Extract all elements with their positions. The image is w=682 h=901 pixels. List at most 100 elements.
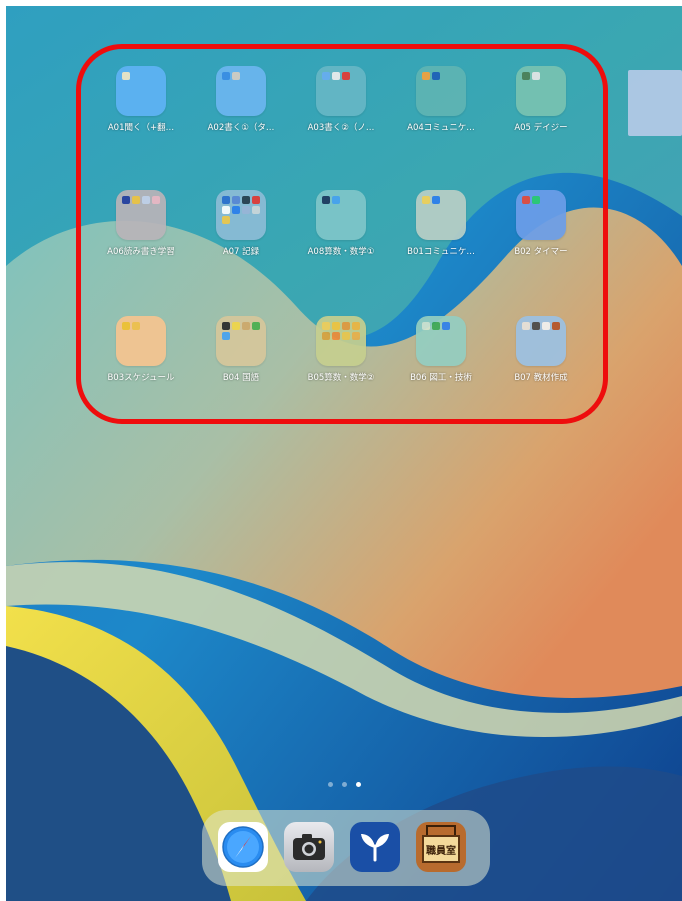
mini-app-icon <box>342 72 350 80</box>
staffroom-app-icon[interactable]: 職員室 <box>416 822 466 872</box>
folder-label: B07 教材作成 <box>514 373 568 383</box>
folder-tile-icon[interactable] <box>516 66 566 116</box>
partially-visible-folder[interactable] <box>628 70 682 136</box>
folder-tile-icon[interactable] <box>416 316 466 366</box>
folder-b01[interactable]: B01コミュニケ… <box>391 190 491 280</box>
folder-tile-icon[interactable] <box>216 66 266 116</box>
dock: 職員室 <box>202 810 490 886</box>
folder-tile-icon[interactable] <box>216 316 266 366</box>
mini-app-icon <box>222 332 230 340</box>
folder-label: B04 国語 <box>222 373 260 383</box>
mini-app-icon <box>232 196 240 204</box>
mini-app-icon <box>222 206 230 214</box>
folder-a08[interactable]: A08算数・数学① <box>291 190 391 280</box>
page-indicator[interactable] <box>6 782 682 792</box>
mini-app-icon <box>422 72 430 80</box>
folder-tile-icon[interactable] <box>416 66 466 116</box>
folder-label: A02書く①（タ… <box>207 123 275 133</box>
folder-label: A03書く②（ノ… <box>307 123 375 133</box>
mini-app-icon <box>242 322 250 330</box>
folder-tile-icon[interactable] <box>316 66 366 116</box>
mini-app-icon <box>342 332 350 340</box>
mini-app-icon <box>432 72 440 80</box>
mini-app-icon <box>222 196 230 204</box>
folder-app-previews <box>122 196 160 234</box>
folder-app-previews <box>222 72 260 110</box>
folder-app-previews <box>422 196 460 234</box>
mini-app-icon <box>522 196 530 204</box>
mini-app-icon <box>222 322 230 330</box>
mini-app-icon <box>252 206 260 214</box>
folder-tile-icon[interactable] <box>316 316 366 366</box>
folder-label: A04コミュニケ… <box>407 123 475 133</box>
folder-b06[interactable]: B06 図工・技術 <box>391 316 491 406</box>
mini-app-icon <box>152 196 160 204</box>
folder-tile-icon[interactable] <box>116 66 166 116</box>
folder-a05[interactable]: A05 デイジー <box>491 66 591 156</box>
mini-app-icon <box>222 72 230 80</box>
folder-label: A06読み書き学習 <box>107 247 175 257</box>
folder-label: A07 記録 <box>222 247 260 257</box>
mini-app-icon <box>332 322 340 330</box>
folder-a04[interactable]: A04コミュニケ… <box>391 66 491 156</box>
safari-app-icon[interactable] <box>218 822 268 872</box>
folder-a03[interactable]: A03書く②（ノ… <box>291 66 391 156</box>
folder-a01[interactable]: A01聞く（+翻… <box>91 66 191 156</box>
mini-app-icon <box>432 322 440 330</box>
folder-b04[interactable]: B04 国語 <box>191 316 291 406</box>
mini-app-icon <box>322 196 330 204</box>
folder-label: B01コミュニケ… <box>407 247 475 257</box>
mini-app-icon <box>342 322 350 330</box>
folder-tile-icon[interactable] <box>316 190 366 240</box>
folder-label: A08算数・数学① <box>307 247 375 257</box>
folder-tile-icon[interactable] <box>116 316 166 366</box>
mini-app-icon <box>552 322 560 330</box>
folder-app-previews <box>522 72 560 110</box>
mini-app-icon <box>242 206 250 214</box>
mini-app-icon <box>322 322 330 330</box>
folder-tile-icon[interactable] <box>416 190 466 240</box>
mini-app-icon <box>352 322 360 330</box>
folder-app-previews <box>122 322 160 360</box>
folder-tile-icon[interactable] <box>116 190 166 240</box>
mini-app-icon <box>532 196 540 204</box>
folder-label: B02 タイマー <box>514 247 568 257</box>
folder-app-previews <box>122 72 160 110</box>
ipad-home-screen: A01聞く（+翻… A02書く①（タ… A03書く②（ノ… A04コミュニケ… A05 … <box>6 6 682 901</box>
folder-b05[interactable]: B05算数・数学② <box>291 316 391 406</box>
mini-app-icon <box>522 72 530 80</box>
folder-app-previews <box>422 322 460 360</box>
folder-tile-icon[interactable] <box>516 190 566 240</box>
folder-b03[interactable]: B03スケジュール <box>91 316 191 406</box>
page-dot[interactable] <box>355 782 361 787</box>
folder-b07[interactable]: B07 教材作成 <box>491 316 591 406</box>
mini-app-icon <box>542 322 550 330</box>
mini-app-icon <box>242 196 250 204</box>
page-dot[interactable] <box>327 782 333 787</box>
folder-label: B06 図工・技術 <box>410 373 472 383</box>
mini-app-icon <box>122 322 130 330</box>
folder-a02[interactable]: A02書く①（タ… <box>191 66 291 156</box>
mini-app-icon <box>132 322 140 330</box>
folder-app-previews <box>222 322 260 360</box>
mini-app-icon <box>322 332 330 340</box>
mini-app-icon <box>232 72 240 80</box>
mini-app-icon <box>322 72 330 80</box>
mini-app-icon <box>122 196 130 204</box>
folder-tile-icon[interactable] <box>516 316 566 366</box>
mini-app-icon <box>442 322 450 330</box>
camera-app-icon[interactable] <box>284 822 334 872</box>
folder-app-previews <box>522 196 560 234</box>
folder-tile-icon[interactable] <box>216 190 266 240</box>
mini-app-icon <box>532 322 540 330</box>
folder-app-previews <box>522 322 560 360</box>
folder-label: B05算数・数学② <box>307 373 375 383</box>
folder-a07[interactable]: A07 記録 <box>191 190 291 280</box>
folder-b02[interactable]: B02 タイマー <box>491 190 591 280</box>
page-dot[interactable] <box>341 782 347 787</box>
mini-app-icon <box>252 196 260 204</box>
folder-app-previews <box>322 196 360 234</box>
folder-app-previews <box>322 72 360 110</box>
sprout-app-icon[interactable] <box>350 822 400 872</box>
folder-a06[interactable]: A06読み書き学習 <box>91 190 191 280</box>
